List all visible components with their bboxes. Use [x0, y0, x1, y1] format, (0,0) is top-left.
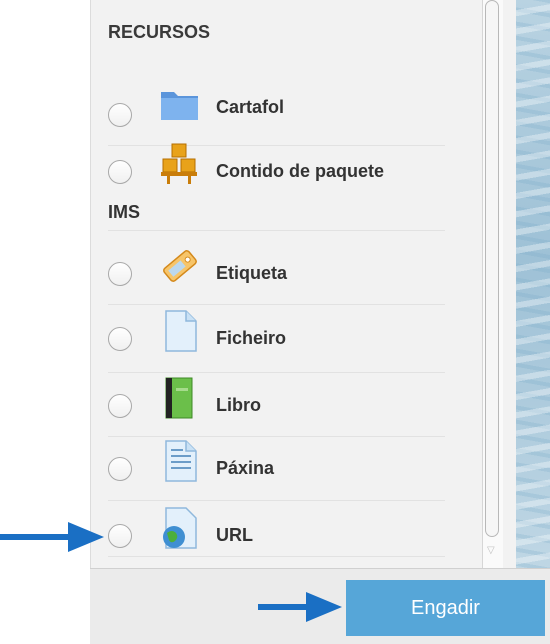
book-icon [158, 376, 202, 420]
scroll-down-arrow-icon[interactable]: ▽ [487, 545, 495, 556]
page-icon [158, 439, 202, 483]
resource-option-book[interactable]: Libro [108, 377, 418, 452]
resource-label: URL [216, 525, 253, 545]
divider [108, 304, 445, 305]
resource-option-folder[interactable]: Cartafol [108, 92, 418, 151]
radio-button[interactable] [108, 457, 132, 481]
annotation-arrow-icon [0, 522, 104, 552]
radio-button[interactable] [108, 160, 132, 184]
ims-package-icon [158, 142, 202, 186]
resource-option-ims-package[interactable]: Contido de paquete IMS [108, 143, 418, 222]
resource-option-file[interactable]: Ficheiro [108, 310, 418, 385]
radio-button[interactable] [108, 103, 132, 127]
resource-option-label[interactable]: Etiqueta [108, 250, 418, 320]
annotation-arrow-icon [258, 592, 342, 622]
divider [108, 436, 445, 437]
resource-label-line2: IMS [108, 202, 141, 222]
radio-button[interactable] [108, 262, 132, 286]
label-tag-icon [158, 244, 202, 288]
resource-label: Libro [216, 395, 261, 415]
divider [108, 500, 445, 501]
url-globe-icon [158, 506, 202, 550]
divider [108, 556, 445, 557]
resource-label: Contido de paquete [216, 161, 384, 181]
file-icon [158, 309, 202, 353]
scrollbar-thumb[interactable] [485, 0, 499, 537]
section-heading: RECURSOS [108, 22, 211, 42]
folder-icon [158, 83, 202, 127]
resource-label: Cartafol [216, 97, 285, 117]
radio-button[interactable] [108, 524, 132, 548]
resource-label: Etiqueta [216, 263, 288, 283]
divider [108, 372, 445, 373]
divider [108, 230, 445, 231]
radio-button[interactable] [108, 394, 132, 418]
resource-label: Ficheiro [216, 328, 287, 348]
resource-label: Páxina [216, 458, 275, 478]
resource-option-page[interactable]: Páxina [108, 440, 418, 515]
radio-button[interactable] [108, 327, 132, 351]
add-button[interactable]: Engadir [346, 580, 545, 636]
